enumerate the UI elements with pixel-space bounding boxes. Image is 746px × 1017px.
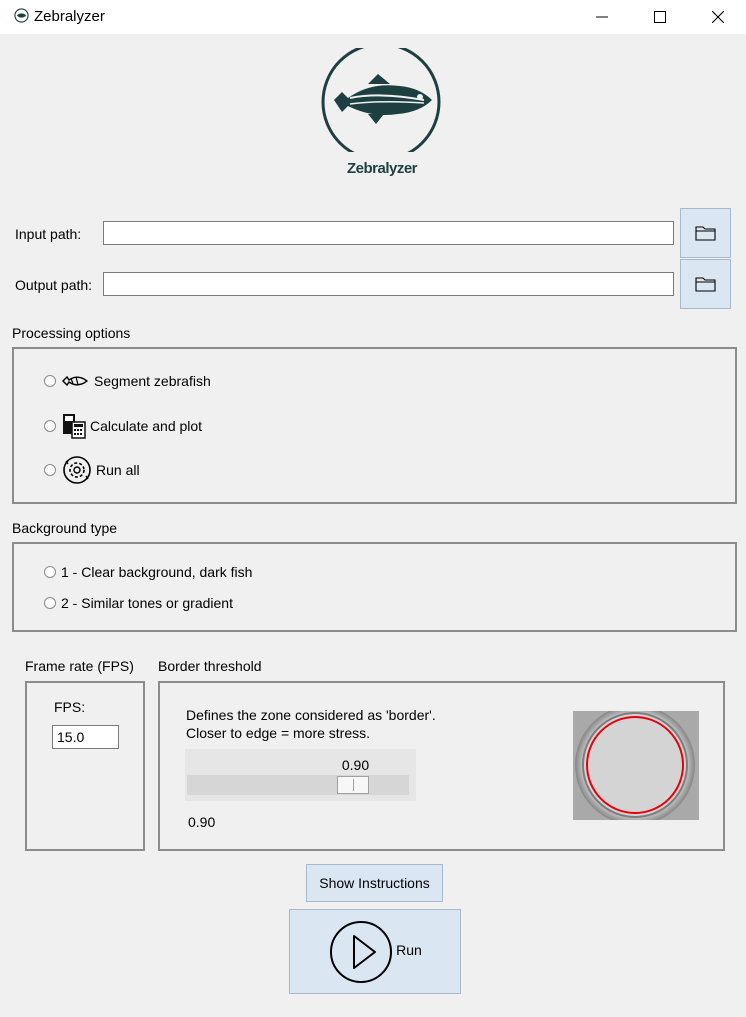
- browse-input-button[interactable]: [680, 208, 731, 258]
- fps-label: FPS:: [54, 699, 86, 715]
- option-label: Segment zebrafish: [94, 373, 211, 389]
- option-label: 2 - Similar tones or gradient: [61, 595, 233, 611]
- option-label: Run all: [96, 462, 140, 478]
- radio-button[interactable]: [44, 375, 56, 387]
- radio-button[interactable]: [44, 566, 56, 578]
- close-button[interactable]: [689, 0, 746, 34]
- close-icon: [712, 11, 724, 23]
- radio-button[interactable]: [44, 464, 56, 476]
- title-bar: Zebralyzer: [0, 0, 746, 34]
- gear-cycle-icon: [63, 456, 91, 484]
- border-description-line1: Defines the zone considered as 'border'.: [186, 707, 436, 723]
- folder-icon: [694, 226, 716, 241]
- border-value-text: 0.90: [188, 814, 216, 830]
- play-icon: [330, 920, 393, 983]
- background-option-similar[interactable]: 2 - Similar tones or gradient: [44, 595, 233, 611]
- output-path-label: Output path:: [15, 277, 93, 293]
- browse-output-button[interactable]: [680, 259, 731, 309]
- show-instructions-button[interactable]: Show Instructions: [306, 864, 443, 902]
- minimize-button[interactable]: [573, 0, 631, 34]
- maximize-button[interactable]: [631, 0, 689, 34]
- input-path-field[interactable]: [103, 221, 674, 245]
- window-title: Zebralyzer: [34, 8, 105, 25]
- radio-button[interactable]: [44, 597, 56, 609]
- fish-segment-icon: [62, 375, 88, 387]
- run-label: Run: [396, 941, 422, 958]
- minimize-icon: [596, 16, 608, 18]
- option-run-all[interactable]: Run all: [44, 455, 140, 485]
- logo-text: Zebralyzer: [346, 160, 418, 177]
- option-label: Calculate and plot: [90, 418, 203, 434]
- option-segment-zebrafish[interactable]: Segment zebrafish: [44, 373, 211, 389]
- border-threshold-title: Border threshold: [158, 658, 262, 674]
- folder-icon: [694, 277, 716, 292]
- option-calculate-and-plot[interactable]: Calculate and plot: [44, 413, 202, 439]
- border-description-line2: Closer to edge = more stress.: [186, 725, 371, 741]
- background-option-clear[interactable]: 1 - Clear background, dark fish: [44, 564, 252, 580]
- background-type-title: Background type: [12, 520, 118, 536]
- processing-options-group: Segment zebrafish Calculate and plot Run…: [12, 347, 737, 504]
- maximize-icon: [654, 11, 666, 23]
- run-button[interactable]: Run: [289, 909, 461, 994]
- frame-rate-title: Frame rate (FPS): [25, 658, 134, 674]
- border-threshold-slider[interactable]: 0.90: [185, 749, 416, 801]
- well-preview-image: [573, 711, 699, 820]
- background-type-group: 1 - Clear background, dark fish 2 - Simi…: [12, 542, 737, 632]
- border-threshold-group: Defines the zone considered as 'border'.…: [158, 681, 725, 851]
- slider-value-label: 0.90: [341, 757, 370, 773]
- app-logo: Zebralyzer: [320, 48, 444, 182]
- output-path-field[interactable]: [103, 272, 674, 296]
- zebrafish-logo-icon: [321, 48, 441, 152]
- calculator-icon: [63, 414, 86, 439]
- frame-rate-group: FPS:: [25, 681, 145, 851]
- radio-button[interactable]: [44, 420, 56, 432]
- processing-options-title: Processing options: [12, 325, 131, 341]
- fps-input[interactable]: [52, 725, 119, 749]
- slider-track[interactable]: [187, 775, 409, 795]
- app-icon: [14, 8, 29, 23]
- input-path-label: Input path:: [15, 226, 82, 242]
- option-label: 1 - Clear background, dark fish: [61, 564, 253, 580]
- slider-thumb[interactable]: [337, 776, 369, 794]
